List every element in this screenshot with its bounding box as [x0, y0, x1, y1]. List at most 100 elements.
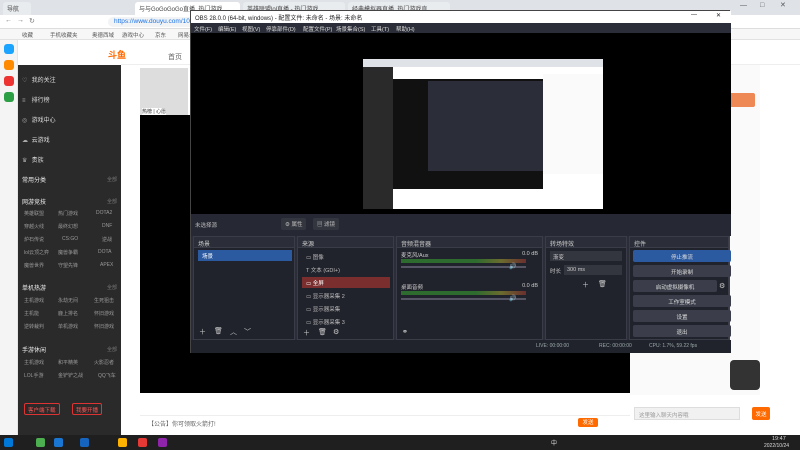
close-icon[interactable]: ✕: [716, 12, 721, 19]
category-link[interactable]: 永劫无间: [58, 297, 78, 304]
category-link[interactable]: APEX: [100, 262, 113, 268]
chevron-down-icon[interactable]: ﹀: [244, 327, 251, 337]
category-link[interactable]: 热门游戏: [58, 210, 78, 217]
refresh-icon[interactable]: ↻: [29, 17, 35, 25]
browser-tab[interactable]: 导航: [3, 2, 31, 15]
bookmark[interactable]: 奥德西域: [92, 31, 114, 39]
category-link[interactable]: LOL手游: [24, 372, 43, 379]
category-link[interactable]: 生死狙击: [94, 297, 114, 304]
minimize-icon[interactable]: —: [691, 12, 697, 18]
duration-field[interactable]: 300 ms: [564, 265, 622, 275]
category-link[interactable]: 和平精英: [58, 359, 78, 366]
more-link[interactable]: 全部: [107, 346, 117, 353]
sidebar-item-noble[interactable]: ♛ 贵族: [22, 155, 44, 164]
more-link[interactable]: 全部: [107, 284, 117, 291]
start-icon[interactable]: [4, 438, 13, 447]
more-link[interactable]: 全部: [107, 176, 117, 183]
source-item[interactable]: ▭ 显示器采集: [302, 303, 390, 314]
category-link[interactable]: 主机游戏: [24, 297, 44, 304]
menu-file[interactable]: 文件(F): [194, 25, 212, 33]
app-icon[interactable]: [118, 438, 127, 447]
category-link[interactable]: DOTA: [98, 249, 112, 255]
category-link[interactable]: 守望先锋: [58, 262, 78, 269]
menu-docks[interactable]: 停靠部件(D): [266, 25, 296, 33]
settings-button[interactable]: 设置: [633, 310, 731, 322]
category-link[interactable]: DOTA2: [96, 210, 112, 216]
link-icon[interactable]: ⚭: [402, 328, 408, 336]
volume-slider[interactable]: [401, 298, 526, 300]
speaker-icon[interactable]: 🔊: [509, 263, 516, 270]
category-link[interactable]: 炉石传说: [24, 236, 44, 243]
category-link[interactable]: 怀旧游戏: [94, 323, 114, 330]
chat-send-button[interactable]: 发送: [752, 407, 770, 420]
download-client-button[interactable]: 客户端下载: [24, 403, 60, 415]
category-link[interactable]: 单机游戏: [58, 323, 78, 330]
category-link[interactable]: lol云顶之弈: [24, 249, 49, 256]
virtual-camera-button[interactable]: 启动虚拟摄像机: [633, 280, 717, 292]
gear-icon[interactable]: ⚙: [333, 328, 339, 336]
category-link[interactable]: CS:GO: [62, 236, 78, 242]
obs-icon[interactable]: [158, 438, 167, 447]
category-link[interactable]: 穿越火线: [24, 223, 44, 230]
category-link[interactable]: 最终幻想: [58, 223, 78, 230]
category-link[interactable]: 主机游戏: [24, 359, 44, 366]
menu-help[interactable]: 帮助(H): [396, 25, 415, 33]
close-icon[interactable]: ✕: [780, 1, 786, 9]
stop-streaming-button[interactable]: 停止推流: [633, 250, 731, 262]
forward-icon[interactable]: →: [17, 17, 24, 24]
add-icon[interactable]: ＋: [303, 328, 310, 338]
steam-icon[interactable]: [80, 438, 89, 447]
sidebar-item-cloud[interactable]: ☁ 云游戏: [22, 135, 50, 144]
app-icon[interactable]: [4, 76, 14, 86]
chat-input[interactable]: 这里输入聊天内容哦: [634, 407, 740, 420]
bookmark[interactable]: 游戏中心: [122, 31, 144, 39]
site-logo[interactable]: 斗鱼: [108, 48, 126, 61]
chevron-up-icon[interactable]: ︿: [230, 327, 237, 337]
clock-time[interactable]: 19:47: [772, 436, 786, 442]
source-item[interactable]: ▭ 图像: [302, 251, 390, 262]
scene-item[interactable]: 场景: [198, 250, 292, 261]
category-link[interactable]: 鹿上排名: [58, 310, 78, 317]
category-link[interactable]: 主机能: [24, 310, 39, 317]
category-link[interactable]: 魔兽争霸: [58, 249, 78, 256]
category-link[interactable]: 怀旧游戏: [94, 310, 114, 317]
app-icon[interactable]: [4, 92, 14, 102]
obs-preview[interactable]: [191, 33, 731, 214]
menu-view[interactable]: 视图(V): [242, 25, 260, 33]
transition-select[interactable]: 渐变: [550, 251, 622, 261]
category-link[interactable]: QQ飞车: [98, 372, 116, 379]
app-icon[interactable]: [4, 44, 14, 54]
sidebar-item-follow[interactable]: ♡ 我的关注: [22, 75, 56, 84]
category-link[interactable]: DNF: [102, 223, 112, 229]
category-link[interactable]: 金铲铲之战: [58, 372, 83, 379]
trash-icon[interactable]: 🗑: [214, 327, 223, 335]
start-live-button[interactable]: 我要开播: [72, 403, 103, 415]
menu-tools[interactable]: 工具(T): [371, 25, 389, 33]
bookmark[interactable]: 收藏: [22, 31, 33, 39]
menu-profile[interactable]: 配置文件(P): [303, 25, 332, 33]
menu-scene-collection[interactable]: 场景集合(S): [336, 25, 365, 33]
category-link[interactable]: 火影忍者: [94, 359, 114, 366]
back-icon[interactable]: ←: [5, 17, 12, 24]
properties-button[interactable]: ⚙ 属性: [281, 218, 307, 230]
category-link[interactable]: 逆转裁判: [24, 323, 44, 330]
category-link[interactable]: 英雄联盟: [24, 210, 44, 217]
menu-edit[interactable]: 编辑(E): [218, 25, 236, 33]
source-item-selected[interactable]: ▭ 全屏: [302, 277, 390, 288]
clock-date[interactable]: 2022/10/24: [764, 443, 789, 449]
exit-button[interactable]: 退出: [633, 325, 731, 337]
app-icon[interactable]: [36, 438, 45, 447]
app-icon[interactable]: [4, 60, 14, 70]
add-icon[interactable]: ＋: [199, 327, 206, 337]
event-badge-icon[interactable]: [730, 360, 760, 390]
speaker-icon[interactable]: 🔊: [509, 295, 516, 302]
ime-indicator[interactable]: 中: [551, 438, 557, 447]
more-link[interactable]: 全部: [107, 198, 117, 205]
bookmark[interactable]: 手机收藏夹: [50, 31, 78, 39]
gear-icon[interactable]: ⚙: [719, 282, 725, 290]
sidebar-item-games[interactable]: ◎ 游戏中心: [22, 115, 56, 124]
source-item[interactable]: ▭ 显示器采集 3: [302, 316, 390, 327]
sidebar-item-rank[interactable]: ≡ 排行榜: [22, 95, 50, 104]
source-item[interactable]: T 文本 (GDI+): [302, 264, 390, 275]
minimize-icon[interactable]: —: [740, 2, 747, 9]
